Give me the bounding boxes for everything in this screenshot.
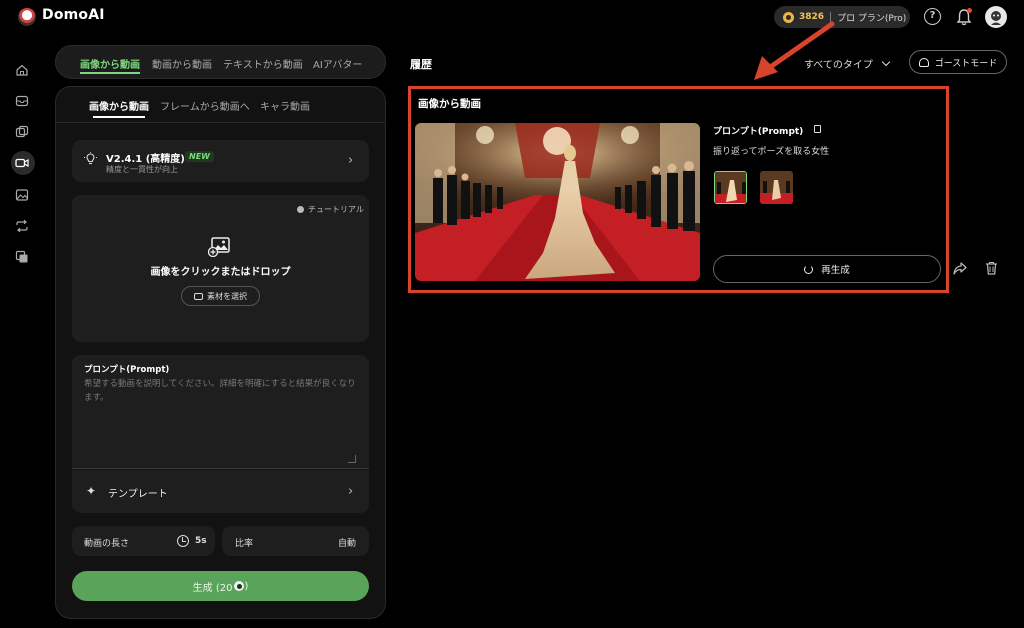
home-icon[interactable] xyxy=(15,63,29,77)
inbox-icon[interactable] xyxy=(15,94,29,108)
template-label: テンプレート xyxy=(108,489,168,500)
active-tab-indicator xyxy=(80,72,140,74)
annotation-arrow xyxy=(754,21,835,80)
app-name[interactable]: DomoAI xyxy=(42,7,105,23)
video-camera-icon[interactable] xyxy=(15,156,29,170)
ghost-mode-label: ゴーストモード xyxy=(934,58,998,69)
help-icon[interactable]: ? xyxy=(924,8,941,25)
trash-icon[interactable] xyxy=(985,261,998,275)
generate-button[interactable]: 生成 (20 ) xyxy=(72,571,369,601)
tutorial-label: チュートリアル xyxy=(308,205,364,214)
folder-icon xyxy=(194,292,203,300)
history-item-title: 画像から動画 xyxy=(418,98,481,110)
new-badge: NEW xyxy=(185,151,214,162)
resize-handle[interactable] xyxy=(348,455,356,463)
ghost-mode-button[interactable]: ゴーストモード xyxy=(909,50,1007,74)
result-thumbnail-2[interactable] xyxy=(760,171,793,204)
ballroom-scene-image xyxy=(415,123,700,281)
coin-icon xyxy=(234,581,245,591)
stack-icon[interactable] xyxy=(15,250,29,264)
select-material-button[interactable]: 素材を選択 xyxy=(181,286,260,306)
tab-video-to-video[interactable]: 動画から動画 xyxy=(152,56,212,71)
model-description: 精度と一貫性が向上 xyxy=(106,165,178,174)
active-subtab-indicator xyxy=(93,116,145,118)
subtab-image-to-video[interactable]: 画像から動画 xyxy=(89,98,149,113)
generate-suffix: ) xyxy=(244,580,249,592)
refresh-icon xyxy=(804,264,814,274)
sparkle-icon: ✦ xyxy=(86,484,97,498)
generated-video-thumbnail[interactable] xyxy=(415,123,700,281)
regenerate-button[interactable]: 再生成 xyxy=(713,255,941,283)
image-icon[interactable] xyxy=(15,188,29,202)
clock-icon xyxy=(177,535,189,547)
upload-label: 画像をクリックまたはドロップ xyxy=(150,267,291,278)
tutorial-link[interactable]: チュートリアル xyxy=(297,204,364,215)
ghost-icon xyxy=(918,57,929,67)
thumbnail-image xyxy=(715,172,746,203)
plan-label: プロ プラン(Pro) xyxy=(837,13,907,24)
thumbnail-image xyxy=(760,171,793,204)
avatar[interactable] xyxy=(985,6,1007,28)
chevron-right-icon: › xyxy=(348,484,354,499)
prompt-input[interactable]: 希望する動画を説明してください。詳細を明確にすると結果が良くなります。 xyxy=(84,377,360,405)
video-length-label: 動画の長さ xyxy=(84,539,130,549)
generate-label: 生成 (20 xyxy=(192,582,233,594)
subtab-character-video[interactable]: キャラ動画 xyxy=(260,98,310,113)
result-thumbnail-1[interactable] xyxy=(714,171,747,204)
avatar-face-icon xyxy=(991,11,1001,25)
tab-image-to-video[interactable]: 画像から動画 xyxy=(80,56,140,71)
divider xyxy=(72,468,369,469)
tab-ai-avatar[interactable]: AIアバター xyxy=(313,56,362,71)
layers-icon[interactable] xyxy=(15,125,29,139)
copy-icon[interactable] xyxy=(814,125,821,133)
question-circle-icon xyxy=(297,206,304,213)
subtab-frames-to-video[interactable]: フレームから動画へ xyxy=(160,98,250,113)
notification-dot xyxy=(967,8,972,13)
domoai-logo-icon[interactable] xyxy=(18,8,36,26)
share-icon[interactable] xyxy=(953,262,967,275)
tab-text-to-video[interactable]: テキストから動画 xyxy=(223,56,303,71)
prompt-text: 振り返ってポーズを取る女性 xyxy=(713,147,830,157)
model-name: V2.4.1 (高精度) xyxy=(106,154,185,165)
lightbulb-icon xyxy=(84,152,97,165)
aspect-ratio-label: 比率 xyxy=(235,539,254,549)
prompt-label: プロンプト(Prompt) xyxy=(713,127,804,137)
add-image-icon xyxy=(208,237,230,257)
video-length-value: 5s xyxy=(195,536,207,546)
divider xyxy=(56,122,385,123)
regenerate-label: 再生成 xyxy=(821,265,850,276)
aspect-ratio-value: 自動 xyxy=(338,539,357,549)
chevron-down-icon xyxy=(881,57,891,67)
history-title: 履歴 xyxy=(410,58,432,71)
chevron-right-icon: › xyxy=(348,153,354,168)
repeat-icon[interactable] xyxy=(15,219,29,233)
select-material-label: 素材を選択 xyxy=(207,291,247,301)
prompt-title: プロンプト(Prompt) xyxy=(84,365,170,375)
